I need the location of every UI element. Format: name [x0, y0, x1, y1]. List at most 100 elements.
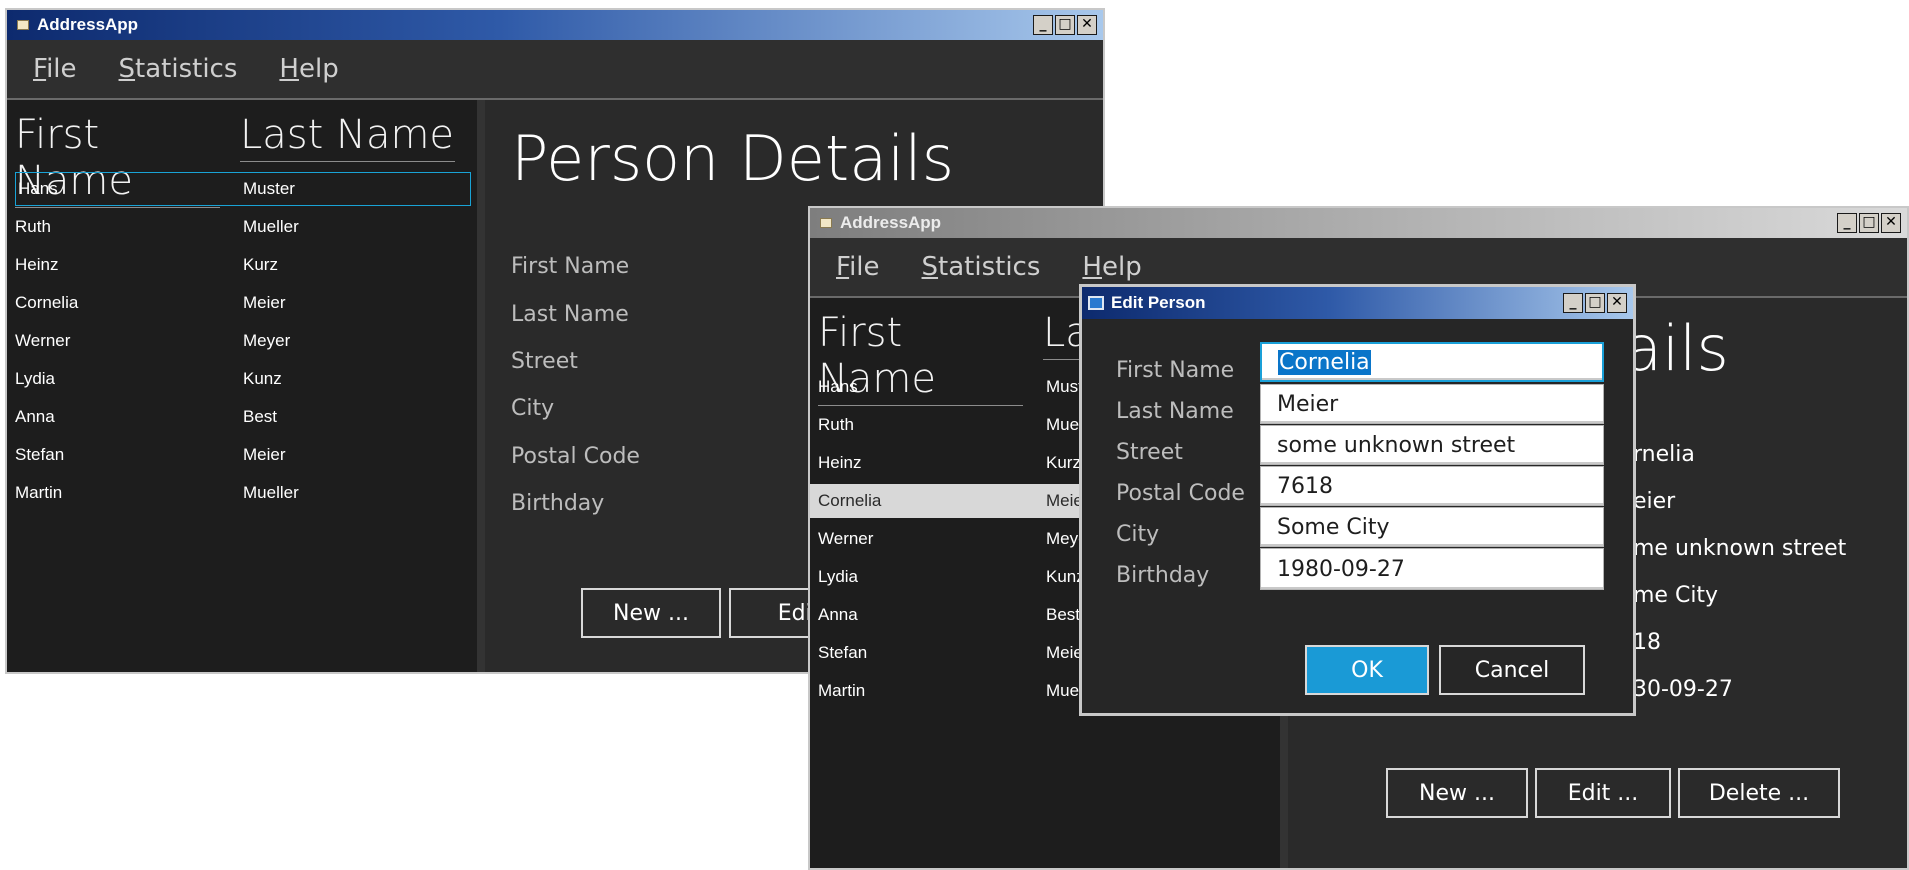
menu-file[interactable]: File — [33, 54, 77, 84]
label-street: Street — [511, 349, 578, 374]
menu-statistics[interactable]: Statistics — [922, 252, 1041, 282]
app-icon — [17, 20, 29, 30]
delete-button[interactable]: Delete ... — [1678, 768, 1840, 818]
page-title: Person Details — [511, 122, 954, 195]
table-row[interactable]: Stefan Meier — [7, 438, 477, 472]
menu-help[interactable]: Help — [279, 54, 338, 84]
cell-first-name: Lydia — [15, 369, 56, 388]
cell-first-name: Stefan — [818, 643, 868, 662]
label-city: City — [1116, 522, 1160, 547]
cell-last-name: Muel — [1046, 415, 1083, 434]
cell-first-name: Cornelia — [818, 491, 882, 510]
title-bar[interactable]: AddressApp _ □ ✕ — [7, 10, 1103, 40]
table-row[interactable]: Heinz Kurz — [7, 248, 477, 282]
maximize-icon[interactable]: □ — [1055, 15, 1075, 35]
page-title: ails — [1624, 312, 1729, 385]
table-row[interactable]: Ruth Mueller — [7, 210, 477, 244]
new-button[interactable]: New ... — [1386, 768, 1528, 818]
cell-first-name: Martin — [15, 483, 63, 502]
menu-file[interactable]: File — [836, 252, 880, 282]
cell-first-name: Stefan — [15, 445, 65, 464]
city-field[interactable]: Some City — [1260, 507, 1604, 547]
birthday-field[interactable]: 1980-09-27 — [1260, 548, 1604, 590]
first-name-value: Cornelia — [1278, 349, 1371, 375]
label-postal-code: Postal Code — [511, 444, 640, 469]
ok-button[interactable]: OK — [1305, 645, 1429, 695]
cell-first-name: Lydia — [818, 567, 859, 586]
label-birthday: Birthday — [1116, 563, 1210, 588]
label-birthday: Birthday — [511, 491, 605, 516]
cell-last-name: Meyer — [243, 331, 291, 350]
maximize-icon[interactable]: □ — [1859, 213, 1879, 233]
cell-first-name: Heinz — [818, 453, 862, 472]
value-street: me unknown street — [1633, 536, 1847, 561]
cell-last-name: Kurz — [243, 255, 278, 274]
close-icon[interactable]: ✕ — [1077, 15, 1097, 35]
cell-last-name: Kurz — [1046, 453, 1081, 472]
table-row[interactable]: Lydia Kunz — [7, 362, 477, 396]
first-name-field[interactable]: Cornelia — [1260, 342, 1604, 382]
cell-first-name: Hans — [18, 179, 58, 198]
app-icon — [820, 218, 832, 228]
cell-last-name: Meier — [243, 293, 286, 312]
minimize-icon[interactable]: _ — [1033, 15, 1053, 35]
maximize-icon[interactable]: □ — [1585, 293, 1605, 313]
new-button[interactable]: New ... — [581, 588, 721, 638]
window-title: AddressApp — [37, 15, 139, 34]
cell-first-name: Heinz — [15, 255, 59, 274]
postal-code-field[interactable]: 7618 — [1260, 466, 1604, 506]
cell-first-name: Ruth — [818, 415, 854, 434]
cell-last-name: Meie — [1046, 491, 1083, 510]
cell-last-name: Best — [243, 407, 278, 426]
label-last-name: Last Name — [511, 302, 629, 327]
cancel-button[interactable]: Cancel — [1439, 645, 1585, 695]
title-bar[interactable]: AddressApp _ □ ✕ — [810, 208, 1907, 238]
cell-first-name: Cornelia — [15, 293, 79, 312]
dialog-title-bar[interactable]: Edit Person _ □ ✕ — [1082, 287, 1633, 319]
label-first-name: First Name — [1116, 358, 1235, 383]
edit-person-dialog[interactable]: Edit Person _ □ ✕ First Name Cornelia La… — [1079, 284, 1636, 716]
value-first-name: rnelia — [1633, 442, 1695, 467]
cell-first-name: Werner — [818, 529, 874, 548]
table-row[interactable]: Werner Meyer — [7, 324, 477, 358]
close-icon[interactable]: ✕ — [1607, 293, 1627, 313]
cell-first-name: Martin — [818, 681, 866, 700]
minimize-icon[interactable]: _ — [1563, 293, 1583, 313]
close-icon[interactable]: ✕ — [1881, 213, 1901, 233]
table-row[interactable]: Martin Mueller — [7, 476, 477, 510]
street-field[interactable]: some unknown street — [1260, 425, 1604, 465]
cell-last-name: Meier — [243, 445, 286, 464]
menu-statistics[interactable]: Statistics — [119, 54, 238, 84]
menu-bar: File Statistics Help — [7, 40, 1103, 100]
cell-first-name: Anna — [15, 407, 55, 426]
edit-button[interactable]: Edit ... — [1535, 768, 1671, 818]
cell-last-name: Must — [1046, 377, 1083, 396]
cell-last-name: Mueller — [243, 483, 299, 502]
dialog-icon — [1088, 296, 1104, 310]
value-birthday: 30-09-27 — [1633, 677, 1733, 702]
cell-last-name: Best — [1046, 605, 1081, 624]
table-row[interactable]: Hans Muster — [15, 172, 471, 206]
person-table: First Name Last Name Hans Muster Ruth Mu… — [7, 100, 477, 672]
value-postal-code: 18 — [1633, 630, 1661, 655]
window-title: AddressApp — [840, 213, 942, 232]
cell-last-name: Mueller — [243, 217, 299, 236]
cell-first-name: Hans — [818, 377, 858, 396]
last-name-field[interactable]: Meier — [1260, 384, 1604, 424]
value-city: me City — [1633, 583, 1719, 608]
label-first-name: First Name — [511, 254, 630, 279]
menu-help[interactable]: Help — [1082, 252, 1141, 282]
split-divider[interactable] — [477, 100, 485, 672]
column-header-last-name[interactable]: Last Name — [240, 112, 455, 162]
cell-first-name: Anna — [818, 605, 858, 624]
table-row[interactable]: Anna Best — [7, 400, 477, 434]
dialog-title: Edit Person — [1111, 293, 1206, 312]
cell-last-name: Kunz — [243, 369, 282, 388]
label-street: Street — [1116, 440, 1183, 465]
cell-first-name: Ruth — [15, 217, 51, 236]
label-postal-code: Postal Code — [1116, 481, 1245, 506]
cell-last-name: Meie — [1046, 643, 1083, 662]
value-last-name: eier — [1633, 489, 1676, 514]
table-row[interactable]: Cornelia Meier — [7, 286, 477, 320]
minimize-icon[interactable]: _ — [1837, 213, 1857, 233]
